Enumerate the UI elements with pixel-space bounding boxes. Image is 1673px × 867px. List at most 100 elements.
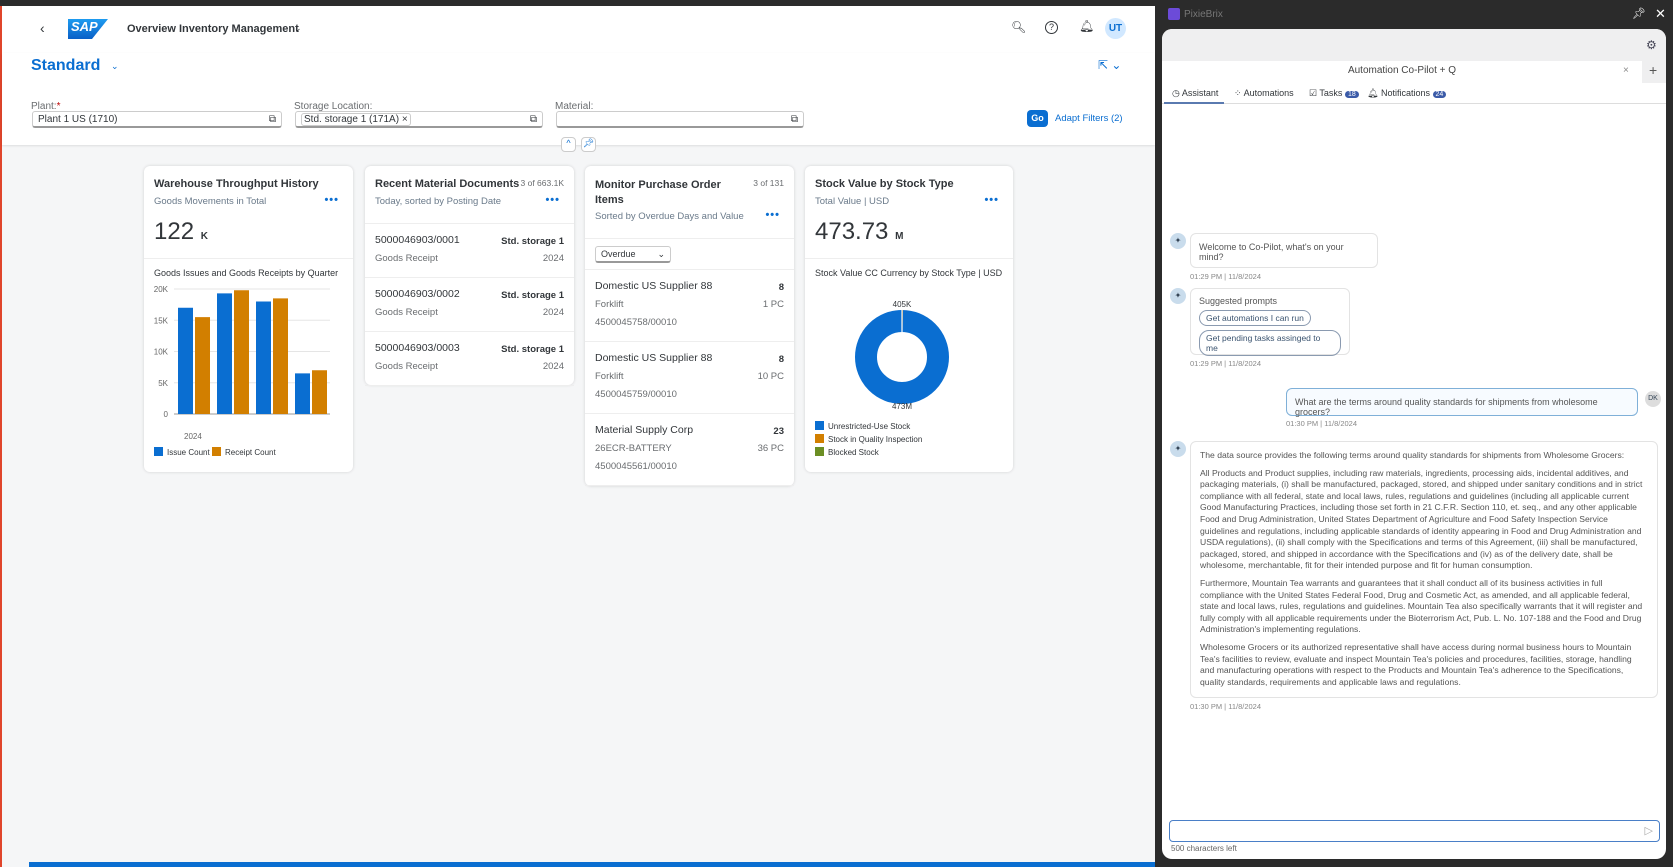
help-icon[interactable]: ?: [1045, 21, 1058, 34]
po-row[interactable]: Domestic US Supplier 88 Forklift 8 1 PC 4500…: [585, 270, 794, 342]
chevron-down-icon[interactable]: ⌄: [294, 23, 302, 34]
bar-receipt-count: [273, 298, 288, 414]
back-icon[interactable]: ‹: [40, 20, 45, 36]
bar-receipt-count: [234, 290, 249, 414]
po-number: 4500045758/00010: [595, 317, 677, 328]
x-axis-label: 2024: [184, 432, 202, 441]
material-input[interactable]: ⧉: [556, 111, 804, 128]
legend-swatch: [815, 434, 824, 443]
chat-input[interactable]: ▷: [1169, 820, 1660, 842]
prompt-chip[interactable]: Get pending tasks assinged to me: [1199, 330, 1341, 356]
card-subtitle: Today, sorted by Posting Date: [375, 196, 502, 207]
assistant-icon: ◷: [1172, 88, 1180, 98]
doc-type: Goods Receipt: [375, 307, 438, 318]
doc-location: Std. storage 1: [501, 236, 564, 247]
material: Forklift: [595, 371, 624, 382]
answer-paragraph: All Products and Product supplies, inclu…: [1200, 467, 1643, 571]
document-row[interactable]: 5000046903/0003 Goods Receipt Std. storage…: [365, 332, 574, 386]
bot-avatar-icon: ✦: [1170, 233, 1186, 249]
collapse-header-button[interactable]: ^: [561, 137, 576, 152]
pin-icon[interactable]: 📌︎: [1632, 7, 1646, 20]
card-title: Stock Value by Stock Type: [815, 178, 954, 190]
close-tab-icon[interactable]: ×: [1623, 65, 1629, 76]
card-title: Warehouse Throughput History: [154, 178, 319, 190]
donut-chart: 473M 405K Unrestricted-Use Stock Stock in Q…: [815, 300, 949, 457]
automations-icon: ⁘: [1234, 88, 1242, 98]
value-help-icon[interactable]: ⧉: [530, 114, 537, 125]
po-row[interactable]: Domestic US Supplier 88 Forklift 8 10 PC 450…: [585, 342, 794, 414]
quantity: 1 PC: [762, 299, 784, 310]
tab-notifications[interactable]: 🔔︎ Notifications 24: [1367, 88, 1447, 99]
value-help-icon[interactable]: ⧉: [791, 114, 798, 125]
bar-issue-count: [217, 293, 232, 414]
app-title[interactable]: Overview Inventory Management: [127, 23, 299, 35]
card-title: Recent Material Documents: [375, 178, 520, 190]
y-tick-label: 5K: [158, 379, 168, 388]
bar-issue-count: [256, 301, 271, 414]
more-icon[interactable]: •••: [984, 194, 999, 206]
panel-toolbar: [1162, 29, 1666, 61]
close-icon[interactable]: ✕: [1655, 6, 1666, 22]
doc-year: 2024: [542, 307, 564, 318]
sap-app: ‹ SAP Overview Inventory Management ⌄ 🔍︎…: [0, 6, 1155, 867]
gear-icon[interactable]: ⚙: [1646, 38, 1657, 52]
timestamp: 01:30 PM | 11/8/2024: [1286, 419, 1358, 428]
progress-bar: [29, 862, 1155, 867]
material: 26ECR-BATTERY: [595, 443, 672, 454]
tab-automations[interactable]: ⁘ Automations: [1234, 88, 1294, 99]
monitor-po-items-card[interactable]: Monitor Purchase Order Items 3 of 131 So…: [585, 166, 794, 486]
chevron-down-icon[interactable]: ⌄: [111, 61, 119, 72]
add-tab-icon[interactable]: +: [1649, 62, 1657, 78]
recent-material-documents-card[interactable]: Recent Material Documents 3 of 663.1K To…: [365, 166, 574, 386]
app-name: PixieBrix: [1184, 9, 1223, 20]
share-icon[interactable]: ⇱ ⌄: [1098, 58, 1121, 72]
card-subtitle: Sorted by Overdue Days and Value: [595, 211, 744, 222]
legend-swatch: [212, 447, 221, 456]
go-button[interactable]: Go: [1027, 110, 1048, 127]
warehouse-throughput-card[interactable]: Warehouse Throughput History Goods Movem…: [144, 166, 353, 472]
po-number: 4500045561/00010: [595, 461, 677, 472]
legend-label: Stock in Quality Inspection: [828, 435, 922, 444]
search-icon[interactable]: 🔍︎: [1011, 20, 1026, 34]
tab-tasks[interactable]: ☑ Tasks 18: [1309, 88, 1359, 99]
prompt-chip[interactable]: Get automations I can run: [1199, 310, 1311, 326]
variant-name[interactable]: Standard: [31, 57, 100, 75]
stock-value-card[interactable]: Stock Value by Stock Type Total Value | …: [805, 166, 1013, 472]
answer-paragraph: Wholesome Grocers or its authorized repr…: [1200, 641, 1632, 687]
doc-location: Std. storage 1: [501, 344, 564, 355]
user-avatar: DK: [1645, 391, 1661, 407]
more-icon[interactable]: •••: [324, 194, 339, 206]
supplier: Domestic US Supplier 88: [595, 280, 713, 292]
overdue-select[interactable]: Overdue ⌄: [595, 246, 671, 263]
more-icon[interactable]: •••: [545, 194, 560, 206]
bar-chart: 0 5K 10K 15K 20K 2024 Issue Count Receipt Count: [154, 285, 330, 457]
document-row[interactable]: 5000046903/0001 Goods Receipt Std. storage…: [365, 224, 574, 278]
pin-icon[interactable]: 📌︎: [581, 137, 596, 152]
plant-input[interactable]: Plant 1 US (1710) ⧉: [32, 111, 282, 128]
value-help-icon[interactable]: ⧉: [269, 114, 276, 125]
legend-swatch: [815, 447, 824, 456]
legend-label: Issue Count: [167, 448, 210, 457]
chart-title: Goods Issues and Goods Receipts by Quart…: [154, 268, 339, 278]
send-icon[interactable]: ▷: [1645, 824, 1653, 837]
avatar[interactable]: UT: [1105, 18, 1126, 39]
bar-issue-count: [295, 373, 310, 414]
doc-year: 2024: [542, 361, 564, 372]
adapt-filters-button[interactable]: Adapt Filters (2): [1055, 113, 1123, 124]
overdue-days: 23: [773, 426, 784, 437]
bell-icon[interactable]: 🔔︎: [1079, 19, 1094, 33]
y-tick-label: 0: [164, 410, 169, 419]
bar-receipt-count: [312, 370, 327, 414]
answer-paragraph: Furthermore, Mountain Tea warrants and g…: [1200, 577, 1643, 635]
quantity: 36 PC: [757, 443, 784, 454]
storage-token[interactable]: Std. storage 1 (171A) ×: [301, 113, 411, 126]
sap-logo[interactable]: SAP: [68, 19, 108, 39]
more-icon[interactable]: •••: [765, 209, 780, 221]
checkbox-icon: ☑: [1309, 88, 1318, 98]
po-row[interactable]: Material Supply Corp 26ECR-BATTERY 23 36 PC…: [585, 414, 794, 486]
y-tick-label: 15K: [154, 316, 169, 325]
user-message: What are the terms around quality standa…: [1286, 388, 1638, 417]
document-row[interactable]: 5000046903/0002 Goods Receipt Std. storage…: [365, 278, 574, 332]
tab-assistant[interactable]: ◷ Assistant: [1172, 88, 1218, 99]
storage-input[interactable]: Std. storage 1 (171A) × ⧉: [295, 111, 543, 128]
